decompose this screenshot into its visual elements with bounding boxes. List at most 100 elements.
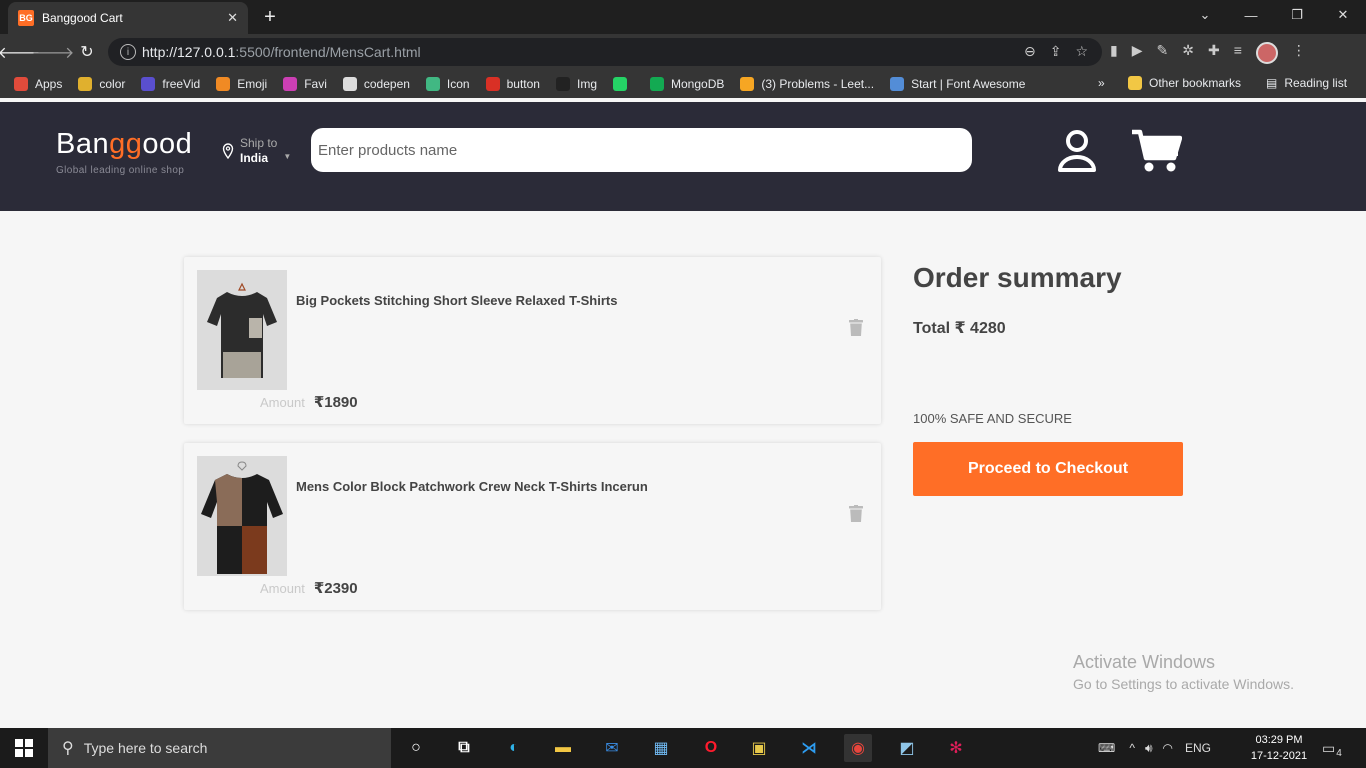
bookmark-item[interactable]: Favi	[283, 77, 327, 91]
vscode-icon[interactable]: ⋊	[795, 734, 823, 762]
caret-down-icon: ▼	[283, 151, 292, 161]
product-search-input[interactable]	[311, 128, 972, 172]
site-header: Banggood Global leading online shop Ship…	[0, 102, 1366, 211]
logo-tagline: Global leading online shop	[56, 165, 185, 176]
extensions-puzzle-icon[interactable]: ✚	[1208, 42, 1220, 64]
file-explorer-icon[interactable]: ▬	[549, 734, 577, 762]
taskbar-clock[interactable]: 03:29 PM 17-12-2021	[1248, 732, 1310, 764]
bookmark-item[interactable]: button	[485, 77, 540, 91]
other-bookmarks-folder[interactable]: Other bookmarks	[1128, 76, 1241, 90]
shopping-cart-icon[interactable]	[1130, 128, 1182, 174]
back-button[interactable]: 🡐	[0, 37, 40, 67]
language-indicator[interactable]: ENG	[1185, 741, 1211, 755]
proceed-to-checkout-button[interactable]: Proceed to Checkout	[913, 442, 1183, 496]
volume-icon[interactable]: 🔊︎	[1145, 741, 1153, 756]
reading-list-label: Reading list	[1284, 76, 1348, 90]
location-pin-icon	[222, 143, 234, 159]
extension-video-icon[interactable]: ▶	[1132, 42, 1143, 64]
trash-icon[interactable]	[849, 505, 863, 522]
task-view-icon[interactable]: ⧉	[450, 734, 478, 762]
bookmark-item[interactable]	[613, 77, 634, 91]
bookmark-label: MongoDB	[671, 77, 725, 91]
store-icon[interactable]: ▦	[647, 734, 675, 762]
product-image[interactable]	[197, 270, 287, 390]
product-name[interactable]: Mens Color Block Patchwork Crew Neck T-S…	[296, 479, 648, 494]
product-image[interactable]	[197, 456, 287, 576]
bookmark-favicon-icon	[613, 77, 627, 91]
bookmark-favicon-icon	[740, 77, 755, 91]
bookmark-item[interactable]: MongoDB	[650, 77, 724, 91]
extension-mic-icon[interactable]: ▮	[1110, 42, 1118, 64]
bookmark-item[interactable]: Img	[555, 77, 597, 91]
ship-to-country: India	[240, 151, 269, 165]
activate-windows-watermark: Activate Windows Go to Settings to activ…	[1073, 652, 1294, 692]
bookmark-item[interactable]: Icon	[425, 77, 470, 91]
product-price: ₹2390	[313, 580, 358, 597]
banggood-logo[interactable]: Banggood	[56, 128, 192, 161]
notification-center[interactable]: ▭ 4	[1322, 728, 1342, 768]
trash-icon[interactable]	[849, 319, 863, 336]
bookmark-item[interactable]: (3) Problems - Leet...	[740, 77, 874, 91]
site-info-icon[interactable]: i	[120, 44, 136, 60]
extension-colorpick-icon[interactable]: ✲	[1182, 42, 1194, 64]
bookmark-favicon-icon	[342, 77, 357, 91]
bookmark-item[interactable]: freeVid	[141, 77, 200, 91]
browser-menu-icon[interactable]: ⋮	[1292, 42, 1306, 64]
bookmark-item[interactable]: codepen	[342, 77, 410, 91]
amount-label: Amount	[260, 395, 305, 410]
cart-item: Mens Color Block Patchwork Crew Neck T-S…	[184, 443, 881, 610]
zoom-icon[interactable]: ⊖	[1024, 43, 1036, 60]
bookmark-star-icon[interactable]: ☆	[1075, 43, 1088, 60]
edge-icon[interactable]: ◐	[500, 734, 528, 762]
taskbar-search-placeholder: Type here to search	[83, 740, 208, 756]
bookmark-favicon-icon	[283, 77, 298, 91]
chrome-icon[interactable]: ◉	[844, 734, 872, 762]
notes-icon[interactable]: ◩	[893, 734, 921, 762]
profile-avatar[interactable]	[1255, 42, 1278, 64]
bookmark-item[interactable]: color	[78, 77, 125, 91]
close-window-button[interactable]: ✕	[1320, 0, 1366, 30]
bookmark-item[interactable]: Emoji	[216, 77, 267, 91]
restore-button[interactable]: ❐	[1274, 0, 1320, 30]
bookmark-label: codepen	[363, 77, 410, 91]
bookmark-label: Icon	[446, 77, 470, 91]
forward-button[interactable]: 🡒	[32, 37, 75, 67]
ship-to-selector[interactable]: Ship to India ▼	[222, 136, 291, 166]
bookmark-favicon-icon	[216, 77, 231, 91]
browser-tab[interactable]: BG Banggood Cart ✕	[8, 2, 248, 34]
watermark-title: Activate Windows	[1073, 652, 1216, 672]
share-icon[interactable]: ⇪	[1050, 43, 1062, 60]
clock-date: 17-12-2021	[1250, 750, 1308, 762]
extension-pen-icon[interactable]: ✎	[1157, 42, 1169, 64]
order-total: Total ₹ 4280	[913, 320, 1006, 337]
media-control-icon[interactable]: ≡	[1234, 42, 1242, 64]
bookmark-item[interactable]: Start | Font Awesome	[890, 77, 1025, 91]
reading-list-button[interactable]: ▤ Reading list	[1266, 76, 1347, 90]
reload-button[interactable]: ↻	[72, 37, 102, 67]
start-button[interactable]	[0, 728, 48, 768]
system-tray: ⌨ ^ 🔊︎ ◠ ENG	[1098, 728, 1211, 768]
product-name[interactable]: Big Pockets Stitching Short Sleeve Relax…	[296, 293, 617, 308]
slack-icon[interactable]: ✻	[942, 734, 970, 762]
cortana-icon[interactable]: ○	[402, 734, 430, 762]
url-host: http://127.0.0.1	[142, 44, 236, 60]
user-account-icon[interactable]	[1057, 128, 1097, 174]
bookmark-label: Img	[576, 77, 597, 91]
minimize-button[interactable]: —	[1228, 0, 1274, 30]
mail-icon[interactable]: ✉	[598, 734, 626, 762]
url-path: :5500/frontend/MensCart.html	[235, 44, 421, 60]
show-hidden-icons-icon[interactable]: ^	[1129, 741, 1135, 755]
taskbar-search-box[interactable]: ⚲ Type here to search	[48, 728, 391, 768]
tab-search-chevron-icon[interactable]: ⌄	[1182, 0, 1228, 30]
bookmark-item[interactable]: Apps	[14, 77, 62, 91]
opera-icon[interactable]: O	[697, 734, 725, 762]
tab-close-icon[interactable]: ✕	[227, 10, 238, 26]
more-bookmarks-button[interactable]: »	[1098, 76, 1105, 90]
keyboard-icon[interactable]: ⌨	[1098, 741, 1115, 755]
wifi-icon[interactable]: ◠	[1163, 741, 1173, 755]
bookmark-label: (3) Problems - Leet...	[761, 77, 875, 91]
address-bar[interactable]: i http://127.0.0.1:5500/frontend/MensCar…	[108, 38, 1102, 66]
product-price: ₹1890	[313, 394, 358, 411]
photos-icon[interactable]: ▣	[745, 734, 773, 762]
new-tab-button[interactable]: +	[258, 6, 282, 30]
